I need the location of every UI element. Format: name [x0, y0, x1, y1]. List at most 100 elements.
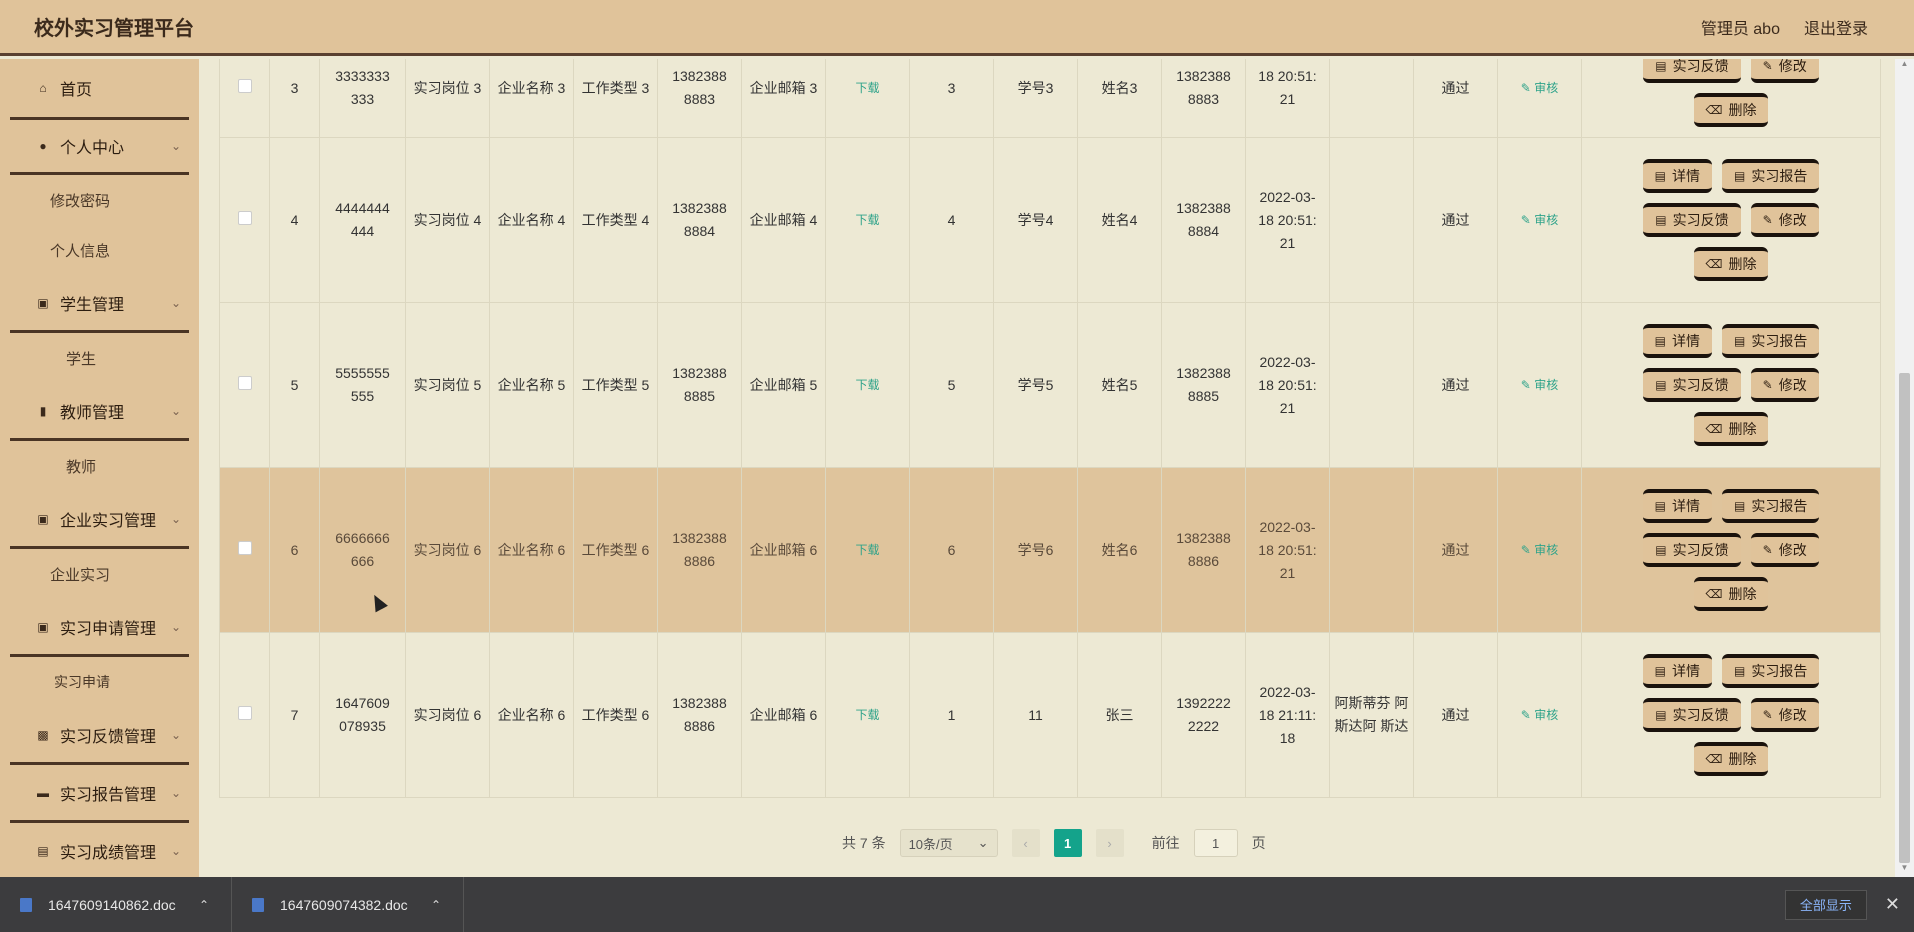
row-checkbox[interactable] — [237, 705, 252, 720]
edit-button-label: 修改 — [1778, 59, 1807, 74]
report-button[interactable]: ▤ 实习报告 — [1722, 654, 1820, 688]
scroll-down-icon[interactable]: ▼ — [1895, 863, 1914, 877]
row-checkbox[interactable] — [237, 210, 252, 225]
feedback-button[interactable]: ▤ 实习反馈 — [1643, 59, 1741, 83]
edit-button[interactable]: ✎ 修改 — [1750, 203, 1819, 237]
pencil-icon: ✎ — [1762, 707, 1773, 722]
download-item[interactable]: 1647609074382.doc ⌃ — [232, 877, 464, 932]
download-link[interactable]: 下载 — [855, 81, 879, 95]
review-link[interactable]: ✎ 审核 — [1521, 81, 1558, 95]
delete-button-label: 删除 — [1728, 101, 1757, 118]
scroll-up-icon[interactable]: ▲ — [1895, 59, 1914, 73]
trash-icon: ⌫ — [1705, 102, 1723, 117]
chevron-up-icon[interactable]: ⌃ — [199, 898, 209, 912]
sidebar-item-label: 实习申请管理 — [60, 620, 157, 638]
row-checkbox-cell — [219, 467, 270, 633]
download-link[interactable]: 下载 — [855, 708, 879, 722]
feedback-button[interactable]: ▤ 实习反馈 — [1643, 698, 1741, 732]
page-number-button[interactable]: 1 — [1053, 829, 1082, 857]
sidebar-item-label: 教师管理 — [60, 404, 125, 422]
download-bar: 1647609140862.doc ⌃ 1647609074382.doc ⌃ … — [0, 877, 1914, 932]
edit-button[interactable]: ✎ 修改 — [1750, 59, 1819, 83]
sidebar-item-teacher[interactable]: 教师 — [0, 441, 199, 491]
table-row[interactable]: 5 5555555 555 实习岗位 5 企业名称 5 工作类型 5 1382388 88… — [219, 302, 1881, 468]
detail-button[interactable]: ▤ 详情 — [1642, 489, 1712, 523]
chevron-down-icon: ⌄ — [170, 295, 181, 310]
table-row[interactable]: 6 6666666 666 实习岗位 6 企业名称 6 工作类型 6 1382388 88… — [219, 467, 1881, 633]
sidebar-item-enterprise[interactable]: 企业实习 — [0, 549, 199, 599]
sidebar-group-enterprise[interactable]: ▣ 企业实习管理 ⌄ — [10, 491, 189, 549]
report-button[interactable]: ▤ 实习报告 — [1722, 159, 1820, 193]
sidebar-group-teacher[interactable]: ▮ 教师管理 ⌄ — [10, 383, 189, 441]
table-cell-n: 5 — [909, 302, 994, 468]
table-row[interactable]: 7 1647609 078935 实习岗位 6 企业名称 6 工作类型 6 1382388… — [219, 632, 1881, 798]
sidebar-group-report[interactable]: ▬ 实习报告管理 ⌄ — [10, 765, 189, 823]
table-cell-post: 实习岗位 6 — [405, 467, 490, 633]
table-cell-sid: 11 — [993, 632, 1078, 798]
chevron-up-icon[interactable]: ⌃ — [431, 898, 441, 912]
review-link[interactable]: ✎ 审核 — [1521, 378, 1558, 392]
page-size-select[interactable]: 10条/页 ⌄ — [899, 829, 998, 857]
sidebar-group-feedback[interactable]: ▩ 实习反馈管理 ⌄ — [10, 707, 189, 765]
row-checkbox[interactable] — [237, 540, 252, 555]
download-link[interactable]: 下载 — [855, 213, 879, 227]
feedback-button[interactable]: ▤ 实习反馈 — [1643, 533, 1741, 567]
review-link[interactable]: ✎ 审核 — [1521, 708, 1558, 722]
sidebar-item-student[interactable]: 学生 — [0, 333, 199, 383]
table-cell-name: 姓名3 — [1077, 59, 1162, 138]
table-row[interactable]: 3 3333333 333 实习岗位 3 企业名称 3 工作类型 3 1382388 88… — [219, 59, 1881, 138]
logout-link[interactable]: 退出登录 — [1804, 15, 1868, 39]
detail-button[interactable]: ▤ 详情 — [1642, 324, 1712, 358]
edit-button[interactable]: ✎ 修改 — [1750, 698, 1819, 732]
trash-icon: ⌫ — [1705, 421, 1723, 436]
document-icon: ▤ — [1655, 59, 1667, 73]
sidebar-item-home[interactable]: ⌂ 首页 — [10, 59, 189, 117]
table-cell-tel: 1382388 8884 — [1161, 137, 1246, 303]
row-checkbox[interactable] — [237, 78, 252, 93]
table-cell-email: 企业邮箱 3 — [741, 59, 826, 138]
sidebar-group-student[interactable]: ▣ 学生管理 ⌄ — [10, 275, 189, 333]
sidebar-item-personal-info[interactable]: 个人信息 — [0, 225, 199, 275]
download-item[interactable]: 1647609140862.doc ⌃ — [0, 877, 232, 932]
edit-icon: ✎ — [1520, 378, 1535, 392]
detail-button[interactable]: ▤ 详情 — [1642, 654, 1712, 688]
scrollbar-thumb[interactable] — [1899, 373, 1910, 863]
table-row[interactable]: 4 4444444 444 实习岗位 4 企业名称 4 工作类型 4 1382388 88… — [219, 137, 1881, 303]
next-page-button[interactable]: › — [1095, 829, 1124, 857]
table-cell-post: 实习岗位 3 — [405, 59, 490, 138]
edit-button[interactable]: ✎ 修改 — [1750, 533, 1819, 567]
show-all-button[interactable]: 全部显示 — [1784, 889, 1867, 920]
review-label: 审核 — [1534, 81, 1559, 95]
table-cell-phone: 1382388 8883 — [657, 59, 742, 138]
sidebar-group-score[interactable]: ▤ 实习成绩管理 ⌄ — [10, 823, 189, 877]
goto-page-input[interactable] — [1193, 829, 1238, 857]
detail-button[interactable]: ▤ 详情 — [1642, 159, 1712, 193]
feedback-button[interactable]: ▤ 实习反馈 — [1643, 203, 1741, 237]
vertical-scrollbar[interactable]: ▲ ▼ — [1895, 59, 1914, 877]
sidebar-group-apply[interactable]: ▣ 实习申请管理 ⌄ — [10, 599, 189, 657]
review-link[interactable]: ✎ 审核 — [1521, 543, 1558, 557]
report-button[interactable]: ▤ 实习报告 — [1722, 489, 1820, 523]
table-cell-num: 6666666 666 — [319, 467, 406, 633]
table-cell-type: 工作类型 5 — [573, 302, 658, 468]
delete-button[interactable]: ⌫ 删除 — [1693, 577, 1769, 611]
download-link[interactable]: 下载 — [855, 543, 879, 557]
download-link[interactable]: 下载 — [855, 378, 879, 392]
delete-button[interactable]: ⌫ 删除 — [1693, 247, 1769, 281]
prev-page-button[interactable]: ‹ — [1011, 829, 1040, 857]
table-cell-name: 姓名6 — [1077, 467, 1162, 633]
sidebar-item-apply[interactable]: 实习申请 — [0, 657, 199, 707]
feedback-button[interactable]: ▤ 实习反馈 — [1643, 368, 1741, 402]
sidebar-item-change-password[interactable]: 修改密码 — [0, 175, 199, 225]
delete-button[interactable]: ⌫ 删除 — [1693, 412, 1769, 446]
close-icon[interactable]: ✕ — [1885, 894, 1900, 915]
app-title: 校外实习管理平台 — [34, 18, 194, 40]
report-button[interactable]: ▤ 实习报告 — [1722, 324, 1820, 358]
delete-button[interactable]: ⌫ 删除 — [1693, 93, 1769, 127]
table-cell-post: 实习岗位 6 — [405, 632, 490, 798]
edit-button[interactable]: ✎ 修改 — [1750, 368, 1819, 402]
row-checkbox[interactable] — [237, 375, 252, 390]
delete-button[interactable]: ⌫ 删除 — [1693, 742, 1769, 776]
sidebar-group-personal[interactable]: ● 个人中心 ⌄ — [10, 117, 189, 175]
review-link[interactable]: ✎ 审核 — [1521, 213, 1558, 227]
